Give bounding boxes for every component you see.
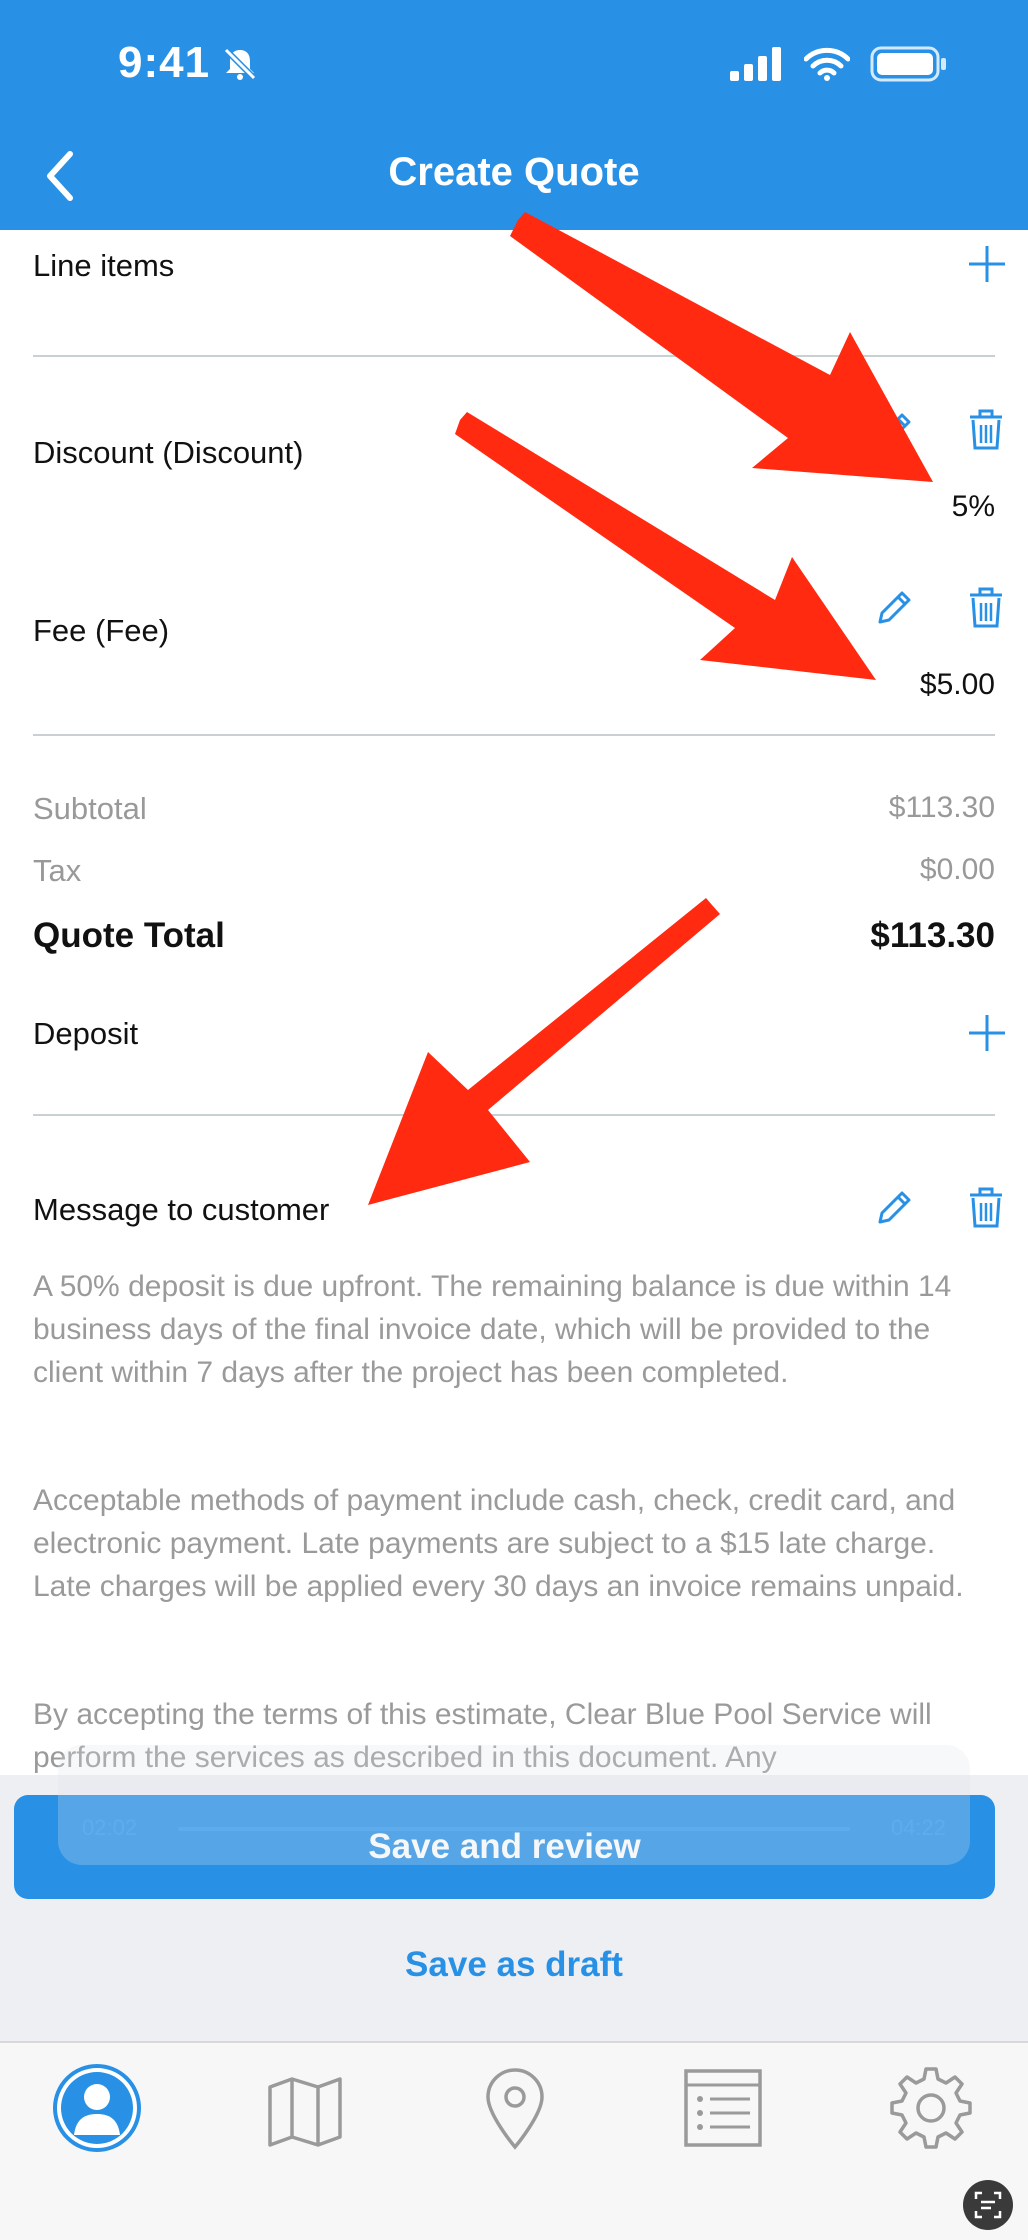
edit-message-icon[interactable]	[872, 1186, 916, 1230]
fee-label: Fee (Fee)	[33, 613, 170, 648]
list-icon[interactable]	[678, 2063, 768, 2153]
tax-value: $0.00	[919, 853, 995, 886]
divider	[33, 355, 995, 357]
message-paragraph: Acceptable methods of payment include ca…	[33, 1484, 964, 1603]
edit-discount-icon[interactable]	[872, 408, 916, 452]
status-time: 9:41	[118, 38, 211, 87]
quote-total-label: Quote Total	[33, 916, 225, 955]
add-line-item-icon[interactable]	[967, 244, 1007, 284]
map-icon[interactable]	[260, 2067, 350, 2157]
subtotal-value: $113.30	[888, 791, 995, 824]
add-deposit-icon[interactable]	[967, 1013, 1007, 1053]
divider	[33, 1114, 995, 1116]
delete-fee-icon[interactable]	[964, 586, 1008, 630]
delete-discount-icon[interactable]	[964, 408, 1008, 452]
edit-fee-icon[interactable]	[872, 586, 916, 630]
video-time-elapsed: 02:02	[82, 1815, 138, 1840]
status-icons	[730, 46, 948, 82]
silent-bell-icon	[223, 47, 257, 81]
quote-total-value: $113.30	[870, 916, 995, 955]
gear-icon[interactable]	[886, 2063, 976, 2153]
save-as-draft-button[interactable]: Save as draft	[0, 1945, 1028, 1985]
tax-label: Tax	[33, 853, 82, 888]
line-items-label: Line items	[33, 248, 175, 283]
deposit-label: Deposit	[33, 1016, 139, 1051]
battery-icon	[870, 46, 946, 82]
message-label: Message to customer	[33, 1192, 330, 1227]
divider	[33, 734, 995, 736]
discount-value: 5%	[951, 490, 995, 523]
video-time-total: 04:22	[890, 1815, 946, 1840]
profile-icon[interactable]	[52, 2063, 142, 2153]
fee-value: $5.00	[919, 668, 995, 701]
message-paragraph: A 50% deposit is due upfront. The remain…	[33, 1270, 952, 1389]
subtotal-label: Subtotal	[33, 791, 147, 826]
header: 9:41 Create Quote	[0, 0, 1028, 230]
video-progress-bar	[178, 1827, 850, 1831]
location-pin-icon[interactable]	[470, 2063, 560, 2153]
video-controls-overlay: 02:02 04:22	[58, 1745, 970, 1865]
page-title: Create Quote	[388, 150, 640, 194]
discount-label: Discount (Discount)	[33, 435, 304, 470]
tab-bar	[0, 2041, 1028, 2240]
signal-icon	[730, 47, 781, 81]
delete-message-icon[interactable]	[964, 1186, 1008, 1230]
wifi-icon	[804, 47, 850, 81]
scan-text-icon[interactable]	[962, 2179, 1014, 2231]
